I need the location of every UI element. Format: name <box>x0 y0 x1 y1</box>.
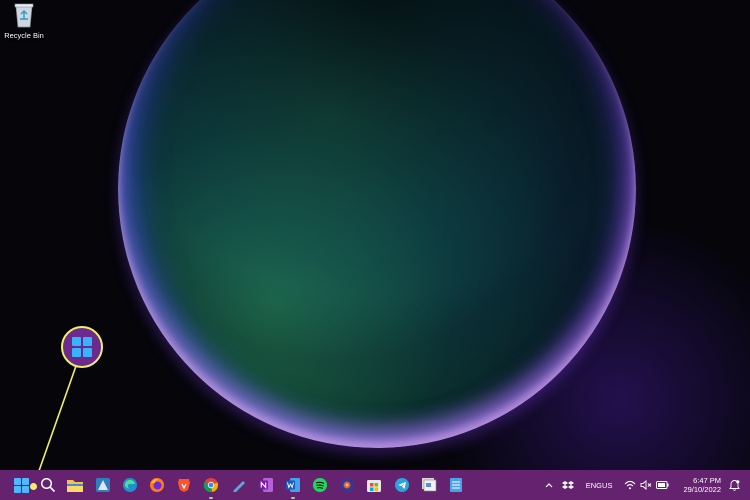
keyboard-layout: US <box>602 480 613 490</box>
dropbox-tray-button[interactable] <box>561 480 574 491</box>
language-indicator[interactable]: ENG US <box>586 481 613 490</box>
speaker-muted-icon <box>641 480 652 490</box>
taskbar: ENG US 6:47 PM 29/10/2022 <box>0 470 750 500</box>
battery-icon <box>656 481 670 489</box>
word-icon <box>285 478 300 492</box>
store-icon <box>367 480 382 492</box>
clock[interactable]: 6:47 PM 29/10/2022 <box>683 476 721 494</box>
app-button[interactable] <box>418 474 440 496</box>
folder-icon <box>67 479 84 492</box>
notepad-icon <box>450 478 462 492</box>
app-icon <box>95 478 110 492</box>
recycle-bin-shortcut[interactable]: Recycle Bin <box>2 2 46 40</box>
windows-logo-icon <box>13 477 29 493</box>
notifications-button[interactable] <box>729 479 740 491</box>
notepad-button[interactable] <box>445 474 467 496</box>
word-button[interactable] <box>282 474 304 499</box>
callout-anchor-dot <box>30 483 37 490</box>
windows-logo-icon <box>72 337 92 357</box>
app-icon <box>340 478 354 492</box>
app-icon <box>421 478 437 492</box>
telegram-icon <box>394 478 409 492</box>
clock-time: 6:47 PM <box>693 476 721 485</box>
recycle-bin-icon <box>14 2 34 28</box>
app-button[interactable] <box>92 474 114 496</box>
spotify-button[interactable] <box>309 474 331 496</box>
firefox-icon <box>149 478 164 492</box>
quick-settings-button[interactable] <box>624 480 670 490</box>
file-explorer-button[interactable] <box>64 474 86 496</box>
search-button[interactable] <box>37 474 59 496</box>
pen-app-button[interactable] <box>228 474 250 496</box>
chrome-button[interactable] <box>200 474 222 499</box>
start-button[interactable] <box>10 474 32 496</box>
chrome-icon <box>204 478 219 493</box>
brave-button[interactable] <box>173 474 195 496</box>
app-button[interactable] <box>336 474 358 496</box>
system-tray: ENG US 6:47 PM 29/10/2022 <box>536 470 750 500</box>
spotify-icon <box>313 478 328 492</box>
language-code: ENG <box>585 480 603 490</box>
edge-icon <box>122 478 137 492</box>
onenote-button[interactable] <box>255 474 277 496</box>
start-button-callout <box>61 326 103 368</box>
edge-button[interactable] <box>119 474 141 496</box>
brave-icon <box>178 479 191 492</box>
firefox-button[interactable] <box>146 474 168 496</box>
recycle-bin-label: Recycle Bin <box>4 31 44 40</box>
taskbar-apps <box>0 474 472 499</box>
wifi-icon <box>625 480 636 490</box>
search-icon <box>41 477 56 493</box>
bell-icon <box>729 480 740 491</box>
show-hidden-icons-button[interactable] <box>544 481 554 489</box>
clock-date: 29/10/2022 <box>683 485 721 494</box>
dropbox-icon <box>561 480 574 489</box>
pen-icon <box>232 481 245 492</box>
chevron-up-icon <box>545 483 553 488</box>
onenote-icon <box>258 478 273 492</box>
desktop-wallpaper <box>0 0 750 470</box>
store-button[interactable] <box>363 474 385 496</box>
telegram-button[interactable] <box>391 474 413 496</box>
